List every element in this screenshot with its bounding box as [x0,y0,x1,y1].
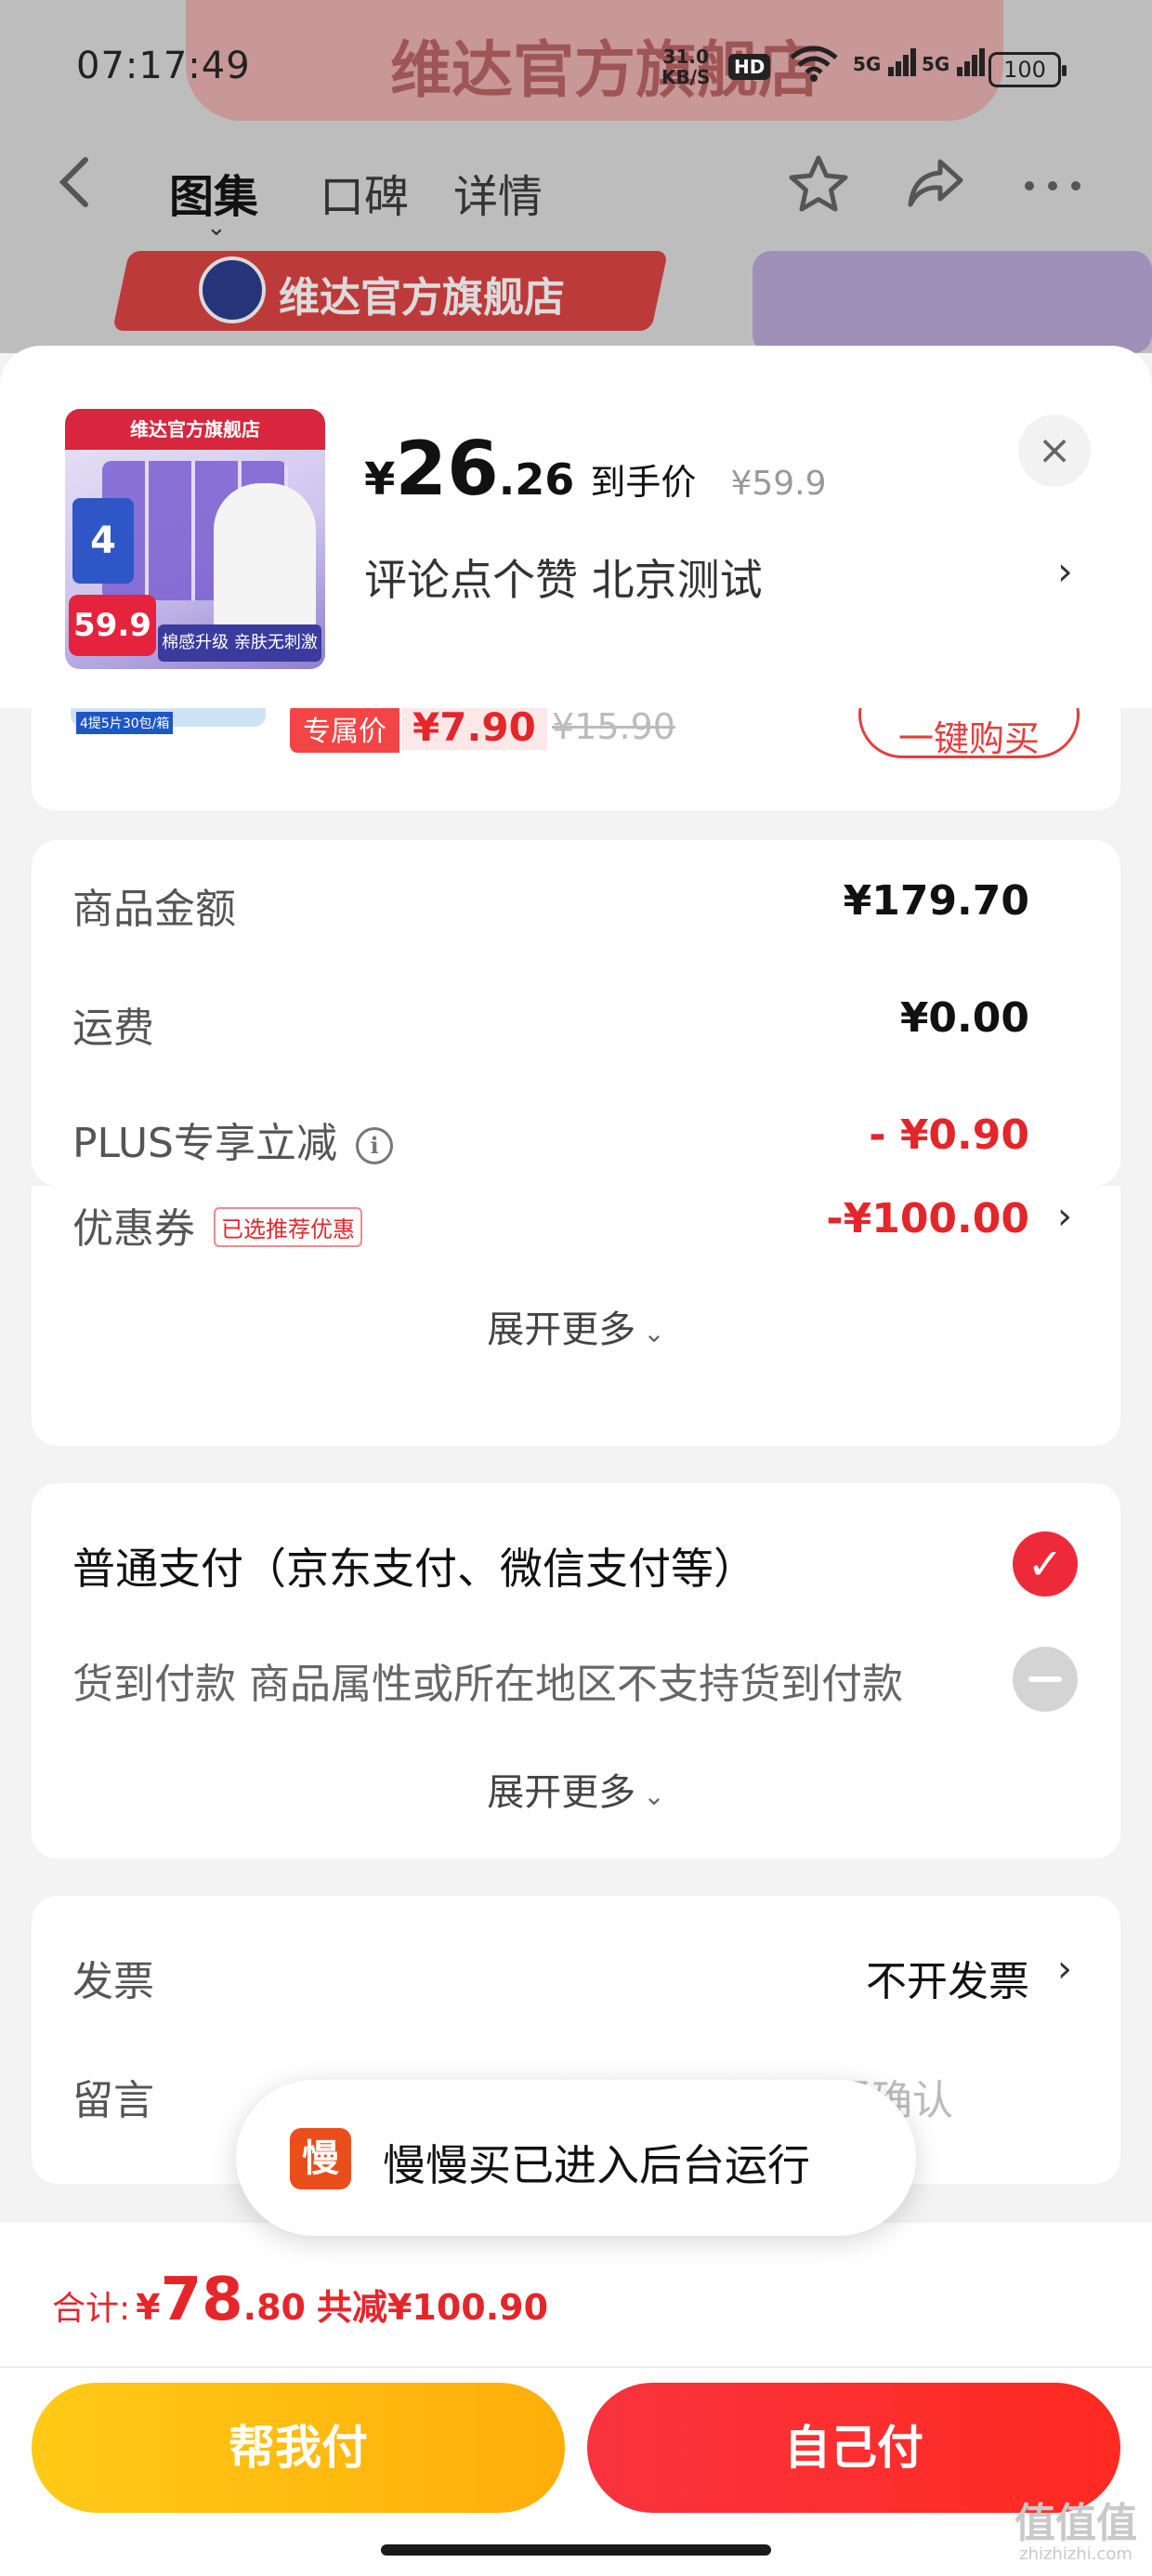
chevron-down-icon: ⌄ [643,1781,665,1811]
tab-details[interactable]: 详情 [453,160,543,225]
recommendation-thumbnail-label: 4提5片30包/箱 [76,712,174,734]
original-price: ¥59.9 [730,465,827,503]
goods-amount-label: 商品金额 [72,886,236,933]
final-price-decimal: .26 [498,454,575,505]
checkout-bottom-bar: 合计: ¥78.80 共减¥100.90 帮我付 自己付 值值值 zhizhizhi… [0,2223,1152,2576]
payment-method-card: 普通支付（京东支付、微信支付等） ✓ 货到付款 商品属性或所在地区不支持货到付款… [32,1483,1120,1859]
close-button[interactable]: × [1018,414,1091,487]
signal-2-label: 5G [922,53,950,75]
exclusive-price-tag: 专属价 [290,708,399,753]
signal-1-label: 5G [853,53,882,75]
comment-address-line[interactable]: 评论点个赞 北京测试 [364,546,763,608]
total-integer: 78 [160,2266,243,2334]
hd-icon: HD [728,54,771,80]
network-speed-value: 31.0 [662,46,709,68]
thumbnail-model [214,483,316,632]
favorite-star-icon[interactable] [786,152,851,231]
thumbnail-slogan: 棉感升级 亲肤无刺激 [158,624,321,662]
thumbnail-price: 59.9 [69,595,156,656]
chevron-right-icon[interactable]: › [1057,548,1073,594]
signal-icon-1: 5G [853,46,919,78]
total-decimal: .80 [242,2287,306,2328]
disabled-minus-icon [1013,1647,1078,1712]
product-thumbnail: 维达官方旗舰店 4 59.9 棉感升级 亲肤无刺激 [65,409,325,669]
total-label: 合计: [52,2290,131,2328]
network-speed: 31.0 KB/S [661,46,710,87]
divider [0,2366,1152,2368]
battery-icon: 100 [988,52,1067,87]
info-icon[interactable]: i [356,1127,393,1164]
watermark-sub: zhizhizhi.com [1019,2544,1132,2564]
coupon-row[interactable]: 优惠券 已选推荐优惠 [72,1195,362,1255]
network-speed-unit: KB/S [661,66,711,88]
amount-summary-card: 商品金额 ¥179.70 运费 ¥0.00 PLUS专享立减 i - ¥0.90 [32,840,1120,1186]
payment-cod-label: 货到付款 商品属性或所在地区不支持货到付款 [72,1661,903,1708]
chevron-right-icon[interactable]: › [1057,1948,1072,1991]
share-icon[interactable] [903,152,968,231]
final-price: ¥26.26 到手价 ¥59.9 [364,426,827,512]
self-pay-button[interactable]: 自己付 [587,2383,1120,2513]
invoice-label: 发票 [72,1958,154,2005]
message-label: 留言 [72,2077,154,2124]
coupon-label: 优惠券 [72,1205,195,1253]
chevron-down-icon: ⌄ [643,1318,665,1348]
home-indicator[interactable] [381,2544,771,2556]
chevron-down-icon: ⌄ [206,214,227,242]
tab-reviews[interactable]: 口碑 [320,160,409,225]
plus-discount-row: PLUS专享立减 i [72,1110,393,1169]
expand-more-label: 展开更多 [487,1308,636,1351]
checkmark-icon[interactable]: ✓ [1013,1531,1078,1597]
friend-pay-button[interactable]: 帮我付 [32,2383,565,2513]
background-running-toast: 慢 慢慢买已进入后台运行 [236,2080,916,2236]
final-price-currency: ¥ [364,453,396,506]
sheet-header: 维达官方旗舰店 4 59.9 棉感升级 亲肤无刺激 ¥26.26 到手价 ¥59… [0,346,1152,708]
payment-normal-label[interactable]: 普通支付（京东支付、微信支付等） [72,1535,756,1597]
more-icon[interactable] [1020,152,1085,231]
status-time: 07:17:49 [76,45,251,87]
watermark-main: 值值值 [1015,2500,1137,2547]
signal-icon-2: 5G [922,46,988,78]
toast-message: 慢慢买已进入后台运行 [383,2140,810,2190]
goods-amount-value: ¥179.70 [843,877,1029,925]
expand-more-payment[interactable]: 展开更多 ⌄ [32,1762,1120,1816]
wifi-icon [790,45,838,90]
expand-more-label: 展开更多 [487,1771,636,1814]
expand-more-amounts[interactable]: 展开更多 ⌄ [32,1299,1120,1353]
manmanmai-app-icon: 慢 [290,2128,351,2189]
one-click-buy-button[interactable]: 一键购买 [858,708,1080,759]
shipping-value: ¥0.00 [899,994,1029,1042]
final-price-tag: 到手价 [590,462,697,503]
back-icon[interactable] [56,154,93,224]
total-currency: ¥ [136,2287,161,2328]
thumbnail-badge: 4 [72,498,134,584]
thumbnail-store-name: 维达官方旗舰店 [65,409,325,450]
coupon-value: -¥100.00 [826,1195,1029,1242]
coupon-card: 优惠券 已选推荐优惠 -¥100.00 › 展开更多 ⌄ [32,1186,1120,1446]
invoice-value[interactable]: 不开发票 [866,1948,1029,2007]
final-price-integer: 26 [395,426,499,512]
plus-discount-label: PLUS专享立减 [72,1120,337,1167]
watermark-logo: 值值值 zhizhizhi.com [1015,2504,1137,2565]
order-total: 合计: ¥78.80 共减¥100.90 [52,2266,548,2334]
chevron-right-icon[interactable]: › [1057,1195,1072,1238]
recommendation-original-price: ¥15.90 [552,708,675,747]
product-nav-bar: 图集 ⌄ 口碑 详情 [0,139,1152,242]
recommendation-card: 4提5片30包/箱 专属价 ¥7.90 ¥15.90 一键购买 [32,708,1120,810]
total-saving: 共减¥100.90 [316,2287,549,2328]
exclusive-price: ¥7.90 [401,708,547,750]
shipping-label: 运费 [72,1005,154,1052]
coupon-recommended-badge: 已选推荐优惠 [214,1207,362,1247]
plus-discount-value: - ¥0.90 [869,1111,1029,1159]
status-bar: 07:17:49 31.0 KB/S HD 5G 5G 100 [0,0,1152,139]
